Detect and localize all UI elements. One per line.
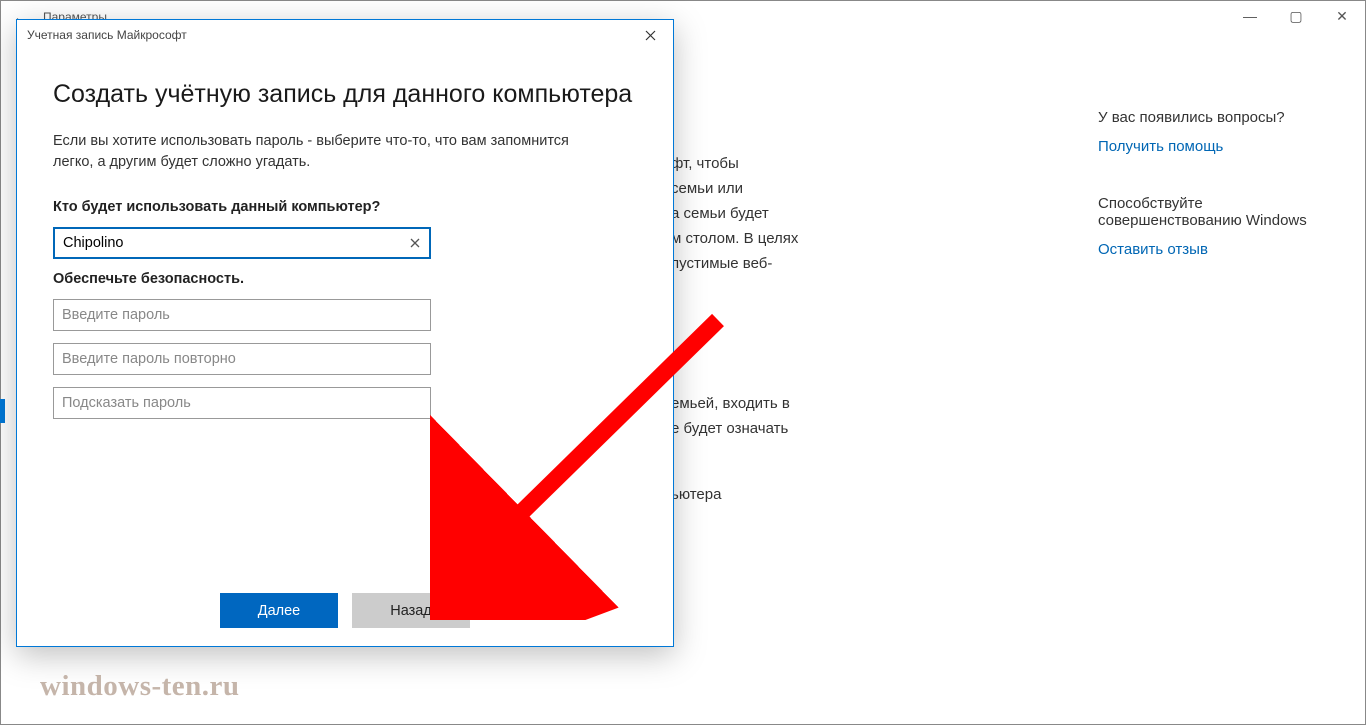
username-input[interactable] [53, 227, 431, 259]
active-nav-indicator [0, 399, 5, 423]
back-button[interactable]: Назад [352, 593, 470, 628]
password-hint-input[interactable] [53, 387, 431, 419]
feedback-heading: Способствуйте совершенствованию Windows [1098, 195, 1328, 229]
maximize-button[interactable]: ▢ [1273, 1, 1319, 31]
clear-input-icon[interactable] [405, 233, 425, 253]
watermark-text: windows-ten.ru [40, 670, 240, 703]
minimize-button[interactable]: — [1227, 1, 1273, 31]
bg-text-2: емьей, входить в е будет означать [671, 391, 831, 441]
dialog-description: Если вы хотите использовать пароль - выб… [53, 131, 613, 173]
next-button[interactable]: Далее [220, 593, 338, 628]
get-help-link[interactable]: Получить помощь [1098, 138, 1328, 155]
leave-feedback-link[interactable]: Оставить отзыв [1098, 241, 1328, 258]
bg-text-1: фт, чтобы семьи или а семьи будет м стол… [671, 151, 811, 276]
bg-text-3: ьютера [671, 486, 791, 503]
password-confirm-input[interactable] [53, 343, 431, 375]
security-label: Обеспечьте безопасность. [53, 271, 637, 287]
close-window-button[interactable]: ✕ [1319, 1, 1365, 31]
window-controls: — ▢ ✕ [1227, 1, 1365, 31]
username-label: Кто будет использовать данный компьютер? [53, 199, 637, 215]
dialog-title: Учетная запись Майкрософт [27, 28, 187, 42]
dialog-titlebar: Учетная запись Майкрософт [17, 20, 673, 50]
create-account-dialog: Учетная запись Майкрософт Создать учётну… [16, 19, 674, 647]
dialog-heading: Создать учётную запись для данного компь… [53, 80, 637, 109]
close-icon[interactable] [635, 20, 665, 50]
password-input[interactable] [53, 299, 431, 331]
right-help-pane: У вас появились вопросы? Получить помощь… [1098, 109, 1328, 298]
questions-heading: У вас появились вопросы? [1098, 109, 1328, 126]
